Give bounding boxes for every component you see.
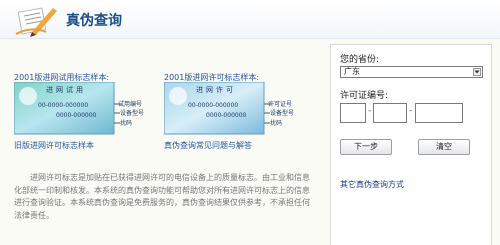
old-sample-link[interactable]: 旧版进网许可标志样本	[14, 140, 94, 151]
sample2-annot2: 设备型号	[270, 110, 295, 117]
license-part3-input[interactable]	[415, 103, 463, 123]
license-part2-input[interactable]	[373, 103, 407, 123]
province-label: 您的省份:	[340, 55, 380, 65]
license-dash-2: -	[409, 106, 413, 116]
other-query-methods-link[interactable]: 其它真伪查询方式	[340, 179, 404, 190]
province-select[interactable]: 广东	[340, 66, 483, 78]
clear-button[interactable]: 清空	[418, 139, 470, 155]
sample2-title: 进网许可	[196, 86, 236, 94]
description-text: 进网许可标志是加贴在已获得进网许可的电信设备上的质量标志。由工业和信息化部统一印…	[14, 173, 310, 220]
page-header: 真伪查询	[0, 0, 500, 39]
sample1-line2: 0000-000000	[56, 112, 97, 119]
chevron-down-icon[interactable]	[473, 68, 481, 76]
sample2-annot3: 扰码	[270, 120, 283, 127]
next-button[interactable]: 下一步	[340, 139, 392, 155]
certificate-pen-icon	[10, 2, 60, 38]
sample1-title: 进网试用	[46, 86, 86, 94]
description: 进网许可标志是加贴在已获得进网许可的电信设备上的质量标志。由工业和信息化部统一印…	[14, 172, 312, 222]
sample1-annot3: 扰码	[120, 120, 133, 127]
sample1-annot1: 试用编号	[118, 101, 143, 108]
faq-link[interactable]: 真伪查询常见问题与解答	[164, 140, 252, 151]
license-dash-1: -	[368, 106, 372, 116]
license-part1-input[interactable]	[340, 103, 366, 123]
province-select-value: 广东	[344, 67, 360, 76]
sample2-line2: 0000-000000	[206, 112, 247, 119]
sample1-annot2: 设备型号	[120, 110, 145, 117]
sample2-annot1: 许可证号	[268, 101, 293, 108]
page-title: 真伪查询	[66, 13, 122, 29]
sample1-line1: 00-0000-000000	[38, 102, 89, 109]
sample2-line1: 00-0000-000000	[188, 102, 239, 109]
query-form-panel: 您的省份: 广东 许可证编号: - - 下一步 清空 其它真伪查询方式	[330, 44, 492, 245]
license-label: 许可证编号:	[340, 91, 389, 101]
